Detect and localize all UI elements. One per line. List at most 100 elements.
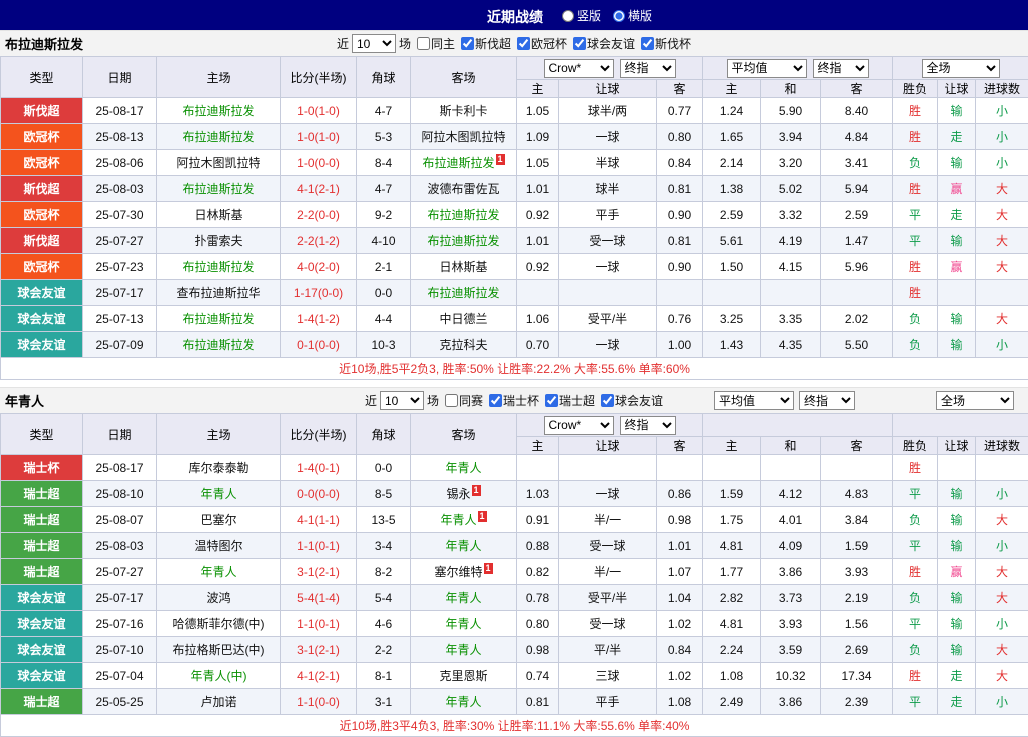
games-label: 场 — [399, 35, 411, 52]
result-value: 走 — [938, 202, 976, 228]
match-count-select[interactable]: 10 — [352, 34, 396, 53]
avg-odds-value: 1.38 — [703, 176, 761, 202]
league-badge: 球会友谊 — [1, 585, 83, 611]
league-filter[interactable]: 瑞士超 — [542, 392, 595, 409]
odds-source-select[interactable]: Crow* — [544, 416, 614, 435]
avg-terminal-select[interactable]: 终指 — [813, 59, 869, 78]
league-filter-label: 球会友谊 — [615, 392, 663, 409]
match-date: 25-05-25 — [83, 689, 157, 715]
result-value: 大 — [976, 254, 1028, 280]
odds-value: 一球 — [559, 124, 657, 150]
match-date: 25-07-27 — [83, 559, 157, 585]
league-filter-box[interactable] — [545, 394, 558, 407]
away-team: 年青人 — [411, 585, 517, 611]
league-filter-box[interactable] — [489, 394, 502, 407]
match-date: 25-08-03 — [83, 533, 157, 559]
odds-source-select[interactable]: Crow* — [544, 59, 614, 78]
odds-value: 0.80 — [657, 124, 703, 150]
league-filter-label: 球会友谊 — [587, 35, 635, 52]
avg-odds-value: 2.39 — [821, 689, 893, 715]
match-row: 瑞士杯25-08-17库尔泰泰勒1-4(0-1)0-0年青人胜 — [1, 455, 1028, 481]
result-value: 大 — [976, 559, 1028, 585]
col-header: 角球 — [357, 414, 411, 455]
result-value: 大 — [976, 228, 1028, 254]
avg-odds-value: 4.15 — [761, 254, 821, 280]
league-filter-box[interactable] — [601, 394, 614, 407]
same-filter-box[interactable] — [445, 394, 458, 407]
league-filter[interactable]: 瑞士杯 — [486, 392, 539, 409]
home-team: 巴塞尔 — [157, 507, 281, 533]
scope-select[interactable]: 全场 — [922, 59, 1000, 78]
match-score: 2-2(0-0) — [281, 202, 357, 228]
odds-value: 1.08 — [657, 689, 703, 715]
scope-select[interactable]: 全场 — [936, 391, 1014, 410]
match-date: 25-07-27 — [83, 228, 157, 254]
match-count-select[interactable]: 10 — [380, 391, 424, 410]
col-header: 主场 — [157, 57, 281, 98]
league-badge: 瑞士超 — [1, 559, 83, 585]
match-row: 斯伐超25-08-17布拉迪斯拉发1-0(1-0)4-7斯卡利卡1.05球半/两… — [1, 98, 1028, 124]
match-row: 球会友谊25-07-10布拉格斯巴达(中)3-1(2-1)2-2年青人0.98平… — [1, 637, 1028, 663]
match-date: 25-07-30 — [83, 202, 157, 228]
avg-source-select[interactable]: 平均值 — [714, 391, 794, 410]
layout-radio-竖版[interactable]: 竖版 — [562, 7, 601, 24]
odds-terminal-select[interactable]: 终指 — [620, 59, 676, 78]
odds-value: 0.77 — [657, 98, 703, 124]
league-filter[interactable]: 球会友谊 — [598, 392, 663, 409]
match-date: 25-07-10 — [83, 637, 157, 663]
odds-terminal-select[interactable]: 终指 — [620, 416, 676, 435]
result-value: 大 — [976, 637, 1028, 663]
result-value — [938, 280, 976, 306]
league-filter-box[interactable] — [461, 37, 474, 50]
home-team: 年青人 — [157, 481, 281, 507]
result-value: 输 — [938, 611, 976, 637]
avg-odds-value: 3.25 — [703, 306, 761, 332]
same-filter[interactable]: 同赛 — [442, 392, 483, 409]
match-score: 1-1(0-0) — [281, 689, 357, 715]
col-header: 角球 — [357, 57, 411, 98]
odds-value: 球半 — [559, 176, 657, 202]
layout-radio-input[interactable] — [562, 10, 574, 22]
avg-odds-value: 3.32 — [761, 202, 821, 228]
league-filter[interactable]: 欧冠杯 — [514, 35, 567, 52]
corners: 9-2 — [357, 202, 411, 228]
avg-selects-cell — [703, 414, 893, 437]
matches-table: 类型日期主场比分(半场)角球客场Crow*终指平均值终指全场主让球客主和客胜负让… — [0, 56, 1028, 380]
match-score: 1-1(0-1) — [281, 533, 357, 559]
same-filter[interactable]: 同主 — [414, 35, 455, 52]
away-team: 年青人 — [411, 611, 517, 637]
league-filter[interactable]: 斯伐超 — [458, 35, 511, 52]
avg-odds-value: 3.93 — [761, 611, 821, 637]
avg-odds-value: 2.69 — [821, 637, 893, 663]
avg-odds-value: 4.01 — [761, 507, 821, 533]
home-team: 布拉迪斯拉发 — [157, 254, 281, 280]
corners: 2-2 — [357, 637, 411, 663]
league-filter-box[interactable] — [641, 37, 654, 50]
match-score: 3-1(2-1) — [281, 559, 357, 585]
league-filter[interactable]: 球会友谊 — [570, 35, 635, 52]
corners: 5-3 — [357, 124, 411, 150]
sections-container: 布拉迪斯拉发近10场同主斯伐超欧冠杯球会友谊斯伐杯类型日期主场比分(半场)角球客… — [0, 30, 1028, 737]
league-filter-box[interactable] — [573, 37, 586, 50]
avg-odds-value: 3.41 — [821, 150, 893, 176]
away-team: 阿拉木图凯拉特 — [411, 124, 517, 150]
odds-value: 平手 — [559, 689, 657, 715]
rank-marker: 1 — [478, 511, 487, 522]
league-filter-box[interactable] — [517, 37, 530, 50]
layout-radio-input[interactable] — [613, 10, 625, 22]
result-value: 小 — [976, 124, 1028, 150]
games-label: 场 — [427, 392, 439, 409]
match-row: 球会友谊25-07-16哈德斯菲尔德(中)1-1(0-1)4-6年青人0.80受… — [1, 611, 1028, 637]
avg-odds-value: 8.40 — [821, 98, 893, 124]
layout-radio-横版[interactable]: 横版 — [613, 7, 652, 24]
league-filter-label: 欧冠杯 — [531, 35, 567, 52]
league-filter[interactable]: 斯伐杯 — [638, 35, 691, 52]
avg-source-select[interactable]: 平均值 — [727, 59, 807, 78]
scope-select-cell: 全场 — [893, 57, 1028, 80]
avg-terminal-select[interactable]: 终指 — [799, 391, 855, 410]
same-filter-box[interactable] — [417, 37, 430, 50]
result-value — [976, 280, 1028, 306]
avg-select-group: 平均值终指 — [714, 391, 855, 410]
result-value: 小 — [976, 689, 1028, 715]
odds-value: 受一球 — [559, 611, 657, 637]
